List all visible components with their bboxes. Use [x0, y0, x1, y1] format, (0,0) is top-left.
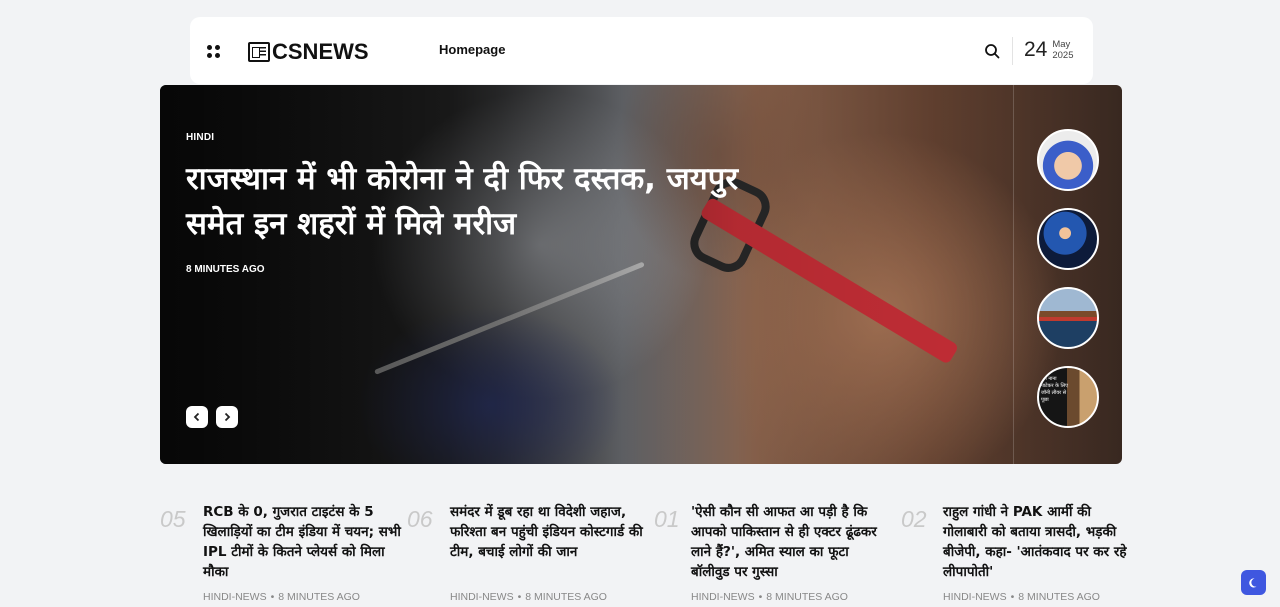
article-category[interactable]: HINDI-NEWS	[203, 591, 267, 603]
slider-prev-button[interactable]	[186, 406, 208, 428]
newspaper-icon	[248, 42, 270, 62]
header-date: 24 May 2025	[1024, 38, 1074, 62]
article-time: 8 MINUTES AGO	[525, 591, 607, 603]
date-day: 24	[1024, 38, 1048, 61]
chevron-right-icon	[224, 412, 231, 422]
date-month: May	[1052, 39, 1071, 50]
hero-slider[interactable]: HINDI राजस्थान में भी कोरोना ने दी फिर द…	[160, 85, 1122, 464]
article-time: 8 MINUTES AGO	[278, 591, 360, 603]
hero-category[interactable]: HINDI	[186, 132, 214, 143]
meta-separator: •	[270, 591, 275, 603]
thumbnail-caption: मैंने नाना पाटेकर के लिए जॉनी लीवर से पू…	[1041, 376, 1069, 403]
date-month-year: May 2025	[1052, 39, 1073, 61]
meta-separator: •	[517, 591, 522, 603]
article-time: 8 MINUTES AGO	[1018, 591, 1100, 603]
article-category[interactable]: HINDI-NEWS	[943, 591, 1007, 603]
meta-separator: •	[758, 591, 763, 603]
hero-overlay	[160, 85, 1122, 464]
article-number: 05	[160, 506, 186, 532]
menu-dots-icon[interactable]	[207, 45, 220, 58]
article-title[interactable]: 'ऐसी कौन सी आफत आ पड़ी है कि आपको पाकिस्…	[691, 502, 891, 582]
article-meta: HINDI-NEWS • 8 MINUTES AGO	[943, 591, 1100, 603]
article-title[interactable]: राहुल गांधी ने PAK आर्मी की गोलाबारी को …	[943, 502, 1133, 582]
cricketer-thumbnail[interactable]	[1037, 208, 1099, 270]
site-logo[interactable]: CSNEWS	[248, 39, 369, 64]
hero-title[interactable]: राजस्थान में भी कोरोना ने दी फिर दस्तक, …	[186, 157, 746, 247]
meta-separator: •	[1010, 591, 1015, 603]
article-meta: HINDI-NEWS • 8 MINUTES AGO	[450, 591, 607, 603]
hero-divider	[1013, 85, 1014, 464]
covid-test-thumbnail[interactable]	[1037, 129, 1099, 191]
site-header: CSNEWS Homepage 24 May 2025	[190, 17, 1093, 84]
article-number: 02	[901, 506, 927, 532]
article-category[interactable]: HINDI-NEWS	[691, 591, 755, 603]
hero-time: 8 MINUTES AGO	[186, 264, 265, 275]
article-number: 06	[407, 506, 433, 532]
chevron-left-icon	[193, 412, 200, 422]
moon-icon	[1248, 577, 1256, 587]
header-divider	[1012, 37, 1013, 65]
logo-text: CSNEWS	[272, 39, 369, 64]
article-meta: HINDI-NEWS • 8 MINUTES AGO	[203, 591, 360, 603]
search-icon[interactable]	[984, 43, 1000, 59]
nav-homepage[interactable]: Homepage	[439, 42, 505, 57]
article-time: 8 MINUTES AGO	[766, 591, 848, 603]
article-title[interactable]: RCB के 0, गुजरात टाइटंस के 5 खिलाड़ियों …	[203, 502, 403, 582]
theme-toggle-button[interactable]	[1241, 570, 1266, 595]
slider-next-button[interactable]	[216, 406, 238, 428]
article-number: 01	[654, 506, 680, 532]
news-person-thumbnail[interactable]: मैंने नाना पाटेकर के लिए जॉनी लीवर से पू…	[1037, 366, 1099, 428]
article-category[interactable]: HINDI-NEWS	[450, 591, 514, 603]
article-title[interactable]: समंदर में डूब रहा था विदेशी जहाज, फरिश्त…	[450, 502, 650, 562]
article-meta: HINDI-NEWS • 8 MINUTES AGO	[691, 591, 848, 603]
cargo-ship-thumbnail[interactable]	[1037, 287, 1099, 349]
date-year: 2025	[1052, 50, 1074, 61]
